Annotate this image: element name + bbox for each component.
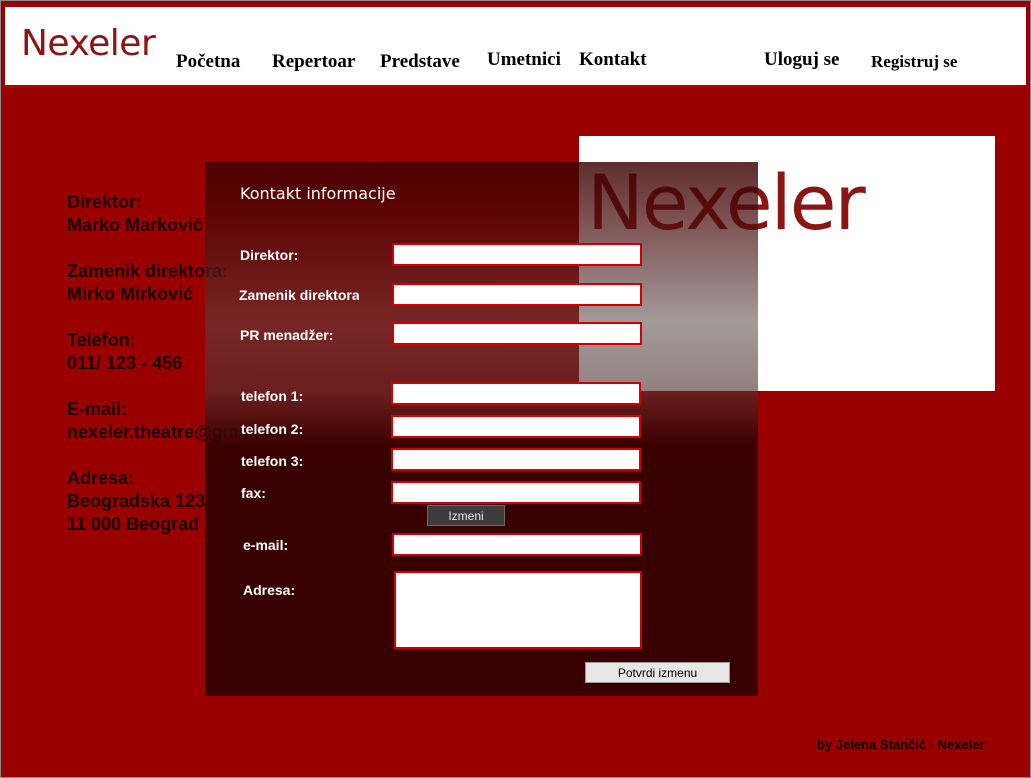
phone2-field-label: telefon 2: [241,421,304,437]
director-input[interactable] [392,243,642,266]
deputy-field-label: Zamenik direktora: [239,287,359,303]
page: Nexeler Početna Repertoar Predstave Umet… [0,0,1031,778]
phone1-field-label: telefon 1: [241,388,304,404]
nav-artists-link[interactable]: Umetnici [487,49,561,71]
form-title: Kontakt informacije [240,184,396,203]
nav-repertoire-link[interactable]: Repertoar [272,51,355,73]
nav-contact-link[interactable]: Kontakt [579,49,647,71]
director-field-label: Direktor: [240,247,299,263]
izmeni-button[interactable]: Izmeni [427,505,505,526]
nav-shows-link[interactable]: Predstave [380,51,460,73]
address-textarea[interactable] [394,571,642,649]
login-link[interactable]: Uloguj se [764,49,839,71]
phone2-input[interactable] [391,415,641,438]
fax-field-label: fax: [241,485,266,501]
fax-input[interactable] [391,481,641,504]
pr-field-label: PR menadžer: [240,327,334,343]
phone3-field-label: telefon 3: [241,453,304,469]
address-field-label: Adresa: [243,582,296,598]
register-link[interactable]: Registruj se [871,52,957,72]
confirm-changes-button[interactable]: Potvrdi izmenu [585,662,730,683]
header: Nexeler Početna Repertoar Predstave Umet… [5,7,1026,87]
nav-home-link[interactable]: Početna [176,51,240,73]
edit-contact-form: Kontakt informacije Direktor: Zamenik di… [205,162,758,696]
phone3-input[interactable] [391,448,641,471]
footer-credit: by Jelena Stančić - Nexeler [817,737,985,752]
email-input[interactable] [392,533,642,556]
email-field-label: e-mail: [243,537,289,553]
deputy-input[interactable] [392,283,642,306]
phone1-input[interactable] [391,382,641,405]
pr-manager-input[interactable] [392,322,642,345]
logo[interactable]: Nexeler [21,23,156,64]
